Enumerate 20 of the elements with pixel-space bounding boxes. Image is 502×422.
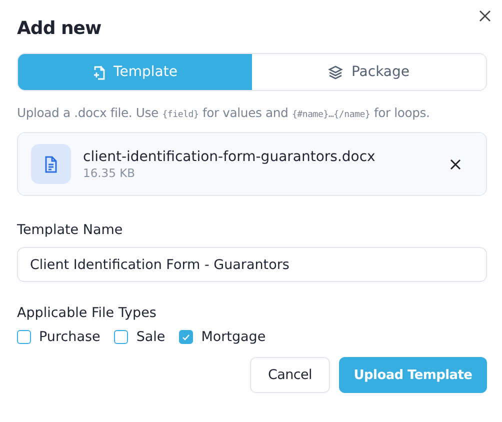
document-icon: [31, 144, 71, 184]
file-name: client-identification-form-guarantors.docx: [83, 148, 376, 164]
layers-icon: [328, 64, 344, 80]
check-icon: [182, 334, 190, 340]
checkbox[interactable]: [114, 330, 128, 344]
checkbox[interactable]: [17, 330, 31, 344]
dialog-title: Add new: [17, 18, 102, 39]
checkbox-label: Purchase: [39, 329, 100, 345]
hint-text: Upload a .docx file. Use {field} for values and {#name}…{/name} for loops.: [17, 105, 431, 120]
field-label: Template Name: [17, 222, 124, 238]
checkbox-label: Sale: [136, 329, 166, 345]
field-label: Applicable File Types: [17, 305, 158, 321]
file-plus-icon: [92, 64, 106, 80]
checkbox-label: Mortgage: [201, 329, 266, 345]
file-size: 16.35 KB: [83, 166, 136, 180]
remove-icon[interactable]: [450, 158, 461, 170]
checkbox[interactable]: [179, 330, 194, 344]
template-name-field[interactable]: Client Identification Form - Guarantors: [17, 247, 487, 282]
close-icon[interactable]: [479, 10, 491, 22]
cancel-button[interactable]: Cancel: [250, 357, 330, 393]
